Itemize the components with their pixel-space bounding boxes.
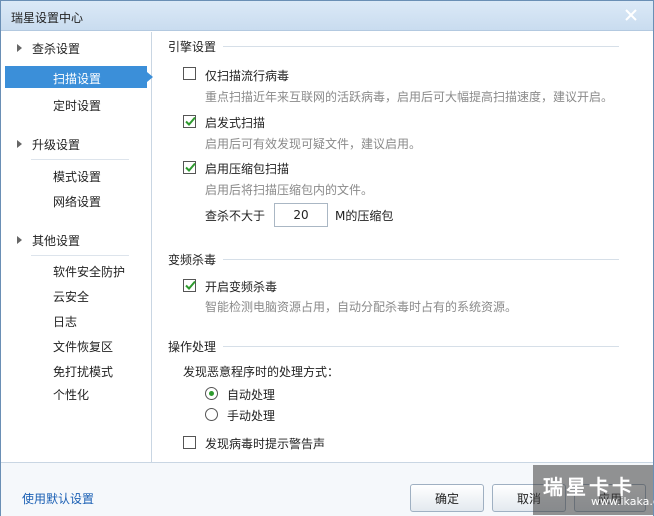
heuristic-scan-label: 启发式扫描 bbox=[205, 116, 266, 130]
sidebar-group-update[interactable]: 升级设置 bbox=[1, 132, 151, 156]
sidebar-item-network-settings[interactable]: 网络设置 bbox=[5, 189, 147, 211]
sidebar-item-schedule-settings[interactable]: 定时设置 bbox=[5, 93, 147, 115]
sidebar-item-label: 个性化 bbox=[53, 388, 90, 402]
sidebar-item-label: 软件安全防护 bbox=[53, 265, 126, 279]
archive-scan-checkbox[interactable] bbox=[183, 161, 196, 174]
auto-handle-radio[interactable] bbox=[205, 387, 218, 400]
sidebar-group-label: 升级设置 bbox=[32, 138, 81, 152]
popular-virus-desc: 重点扫描近年来互联网的活跃病毒，启用后可大幅提高扫描速度，建议开启。 bbox=[205, 90, 614, 104]
archive-scan-label: 启用压缩包扫描 bbox=[205, 162, 290, 176]
cancel-button[interactable]: 取消 bbox=[492, 484, 566, 512]
alert-sound-label: 发现病毒时提示警告声 bbox=[205, 437, 326, 451]
manual-handle-radio[interactable] bbox=[205, 408, 218, 421]
expand-arrow-icon bbox=[17, 44, 22, 52]
sidebar-group-other[interactable]: 其他设置 bbox=[1, 228, 151, 252]
checkmark-icon bbox=[185, 280, 196, 290]
section-title-action: 操作处理 bbox=[168, 340, 217, 354]
sidebar-group-label: 查杀设置 bbox=[32, 42, 81, 56]
sidebar: 查杀设置 扫描设置 定时设置 升级设置 模式设置 网络设置 其他设置 软件安全防… bbox=[1, 32, 153, 462]
archive-scan-desc: 启用后将扫描压缩包内的文件。 bbox=[205, 183, 374, 197]
divider bbox=[223, 259, 619, 260]
frequency-scan-desc: 智能检测电脑资源占用，自动分配杀毒时占有的系统资源。 bbox=[205, 300, 518, 314]
close-button[interactable] bbox=[617, 4, 645, 26]
sidebar-item-cloud-security[interactable]: 云安全 bbox=[5, 284, 147, 306]
sidebar-item-quarantine[interactable]: 文件恢复区 bbox=[5, 334, 147, 356]
sidebar-item-label: 云安全 bbox=[53, 290, 90, 304]
restore-defaults-link[interactable]: 使用默认设置 bbox=[22, 490, 94, 507]
expand-arrow-icon bbox=[17, 236, 22, 244]
sidebar-group-label: 其他设置 bbox=[32, 234, 81, 248]
action-prompt: 发现恶意程序时的处理方式： bbox=[183, 365, 340, 379]
sidebar-item-personalize[interactable]: 个性化 bbox=[5, 382, 147, 404]
checkmark-icon bbox=[185, 116, 196, 126]
popular-virus-checkbox[interactable] bbox=[183, 67, 196, 80]
divider bbox=[223, 346, 619, 347]
sidebar-item-label: 扫描设置 bbox=[53, 72, 102, 86]
checkmark-icon bbox=[185, 162, 196, 172]
sidebar-group-scan[interactable]: 查杀设置 bbox=[1, 36, 151, 60]
divider bbox=[31, 255, 129, 256]
archive-size-prefix: 查杀不大于 bbox=[205, 209, 266, 223]
sidebar-item-scan-settings[interactable]: 扫描设置 bbox=[5, 66, 153, 88]
sidebar-item-software-protection[interactable]: 软件安全防护 bbox=[5, 259, 147, 281]
settings-panel: 引擎设置 仅扫描流行病毒 重点扫描近年来互联网的活跃病毒，启用后可大幅提高扫描速… bbox=[153, 32, 653, 462]
auto-handle-label: 自动处理 bbox=[227, 388, 276, 402]
frequency-scan-label: 开启变频杀毒 bbox=[205, 280, 278, 294]
divider bbox=[31, 159, 129, 160]
sidebar-item-mode-settings[interactable]: 模式设置 bbox=[5, 164, 147, 186]
sidebar-item-label: 文件恢复区 bbox=[53, 340, 114, 354]
section-title-engine: 引擎设置 bbox=[168, 40, 217, 54]
section-title-frequency: 变频杀毒 bbox=[168, 253, 217, 267]
sidebar-item-label: 模式设置 bbox=[53, 170, 102, 184]
heuristic-scan-desc: 启用后可有效发现可疑文件，建议启用。 bbox=[205, 137, 422, 151]
divider bbox=[223, 46, 619, 47]
sidebar-item-label: 日志 bbox=[53, 315, 78, 329]
expand-arrow-icon bbox=[17, 140, 22, 148]
settings-window: 瑞星设置中心 查杀设置 扫描设置 定时设置 升级设置 模式设置 网络设置 其他设… bbox=[0, 0, 654, 516]
sidebar-item-do-not-disturb[interactable]: 免打扰模式 bbox=[5, 359, 147, 381]
sidebar-item-label: 定时设置 bbox=[53, 99, 102, 113]
window-title: 瑞星设置中心 bbox=[11, 11, 84, 25]
frequency-scan-checkbox[interactable] bbox=[183, 279, 196, 292]
sidebar-item-label: 网络设置 bbox=[53, 195, 102, 209]
heuristic-scan-checkbox[interactable] bbox=[183, 115, 196, 128]
alert-sound-checkbox[interactable] bbox=[183, 436, 196, 449]
popular-virus-label: 仅扫描流行病毒 bbox=[205, 69, 290, 83]
sidebar-item-log[interactable]: 日志 bbox=[5, 309, 147, 331]
footer-bar: 使用默认设置 确定 取消 应用 bbox=[1, 462, 653, 516]
archive-size-input[interactable] bbox=[274, 203, 328, 227]
manual-handle-label: 手动处理 bbox=[227, 409, 276, 423]
title-bar: 瑞星设置中心 bbox=[1, 1, 653, 31]
close-icon bbox=[625, 9, 637, 21]
apply-button[interactable]: 应用 bbox=[574, 484, 646, 512]
archive-size-suffix: M的压缩包 bbox=[335, 209, 394, 223]
ok-button[interactable]: 确定 bbox=[410, 484, 484, 512]
sidebar-item-label: 免打扰模式 bbox=[53, 365, 114, 379]
